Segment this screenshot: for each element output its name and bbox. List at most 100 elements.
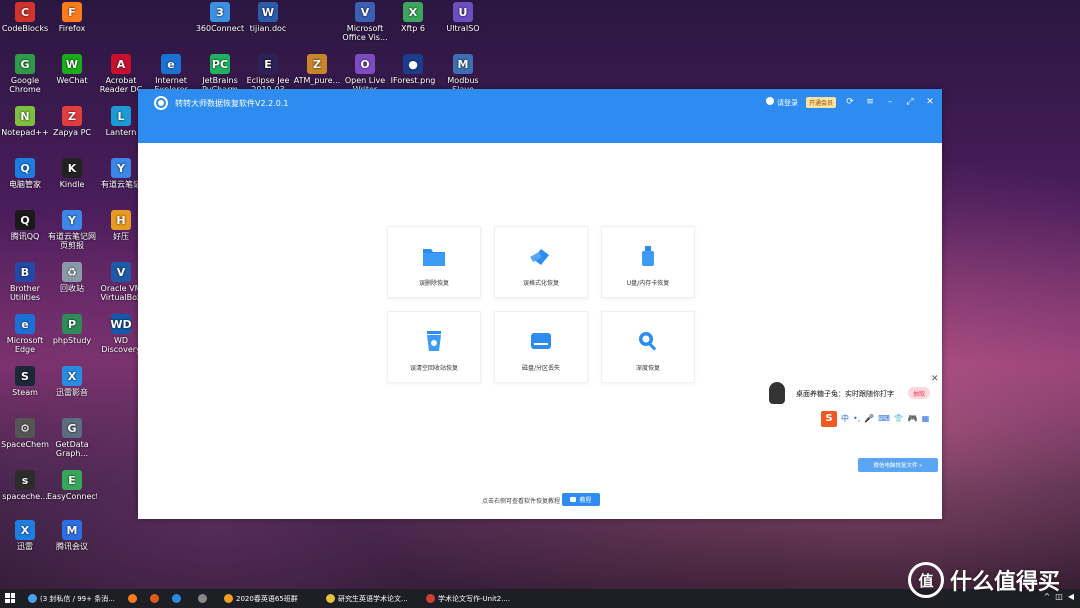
taskbar-app-icon	[198, 594, 207, 603]
app-icon: N	[15, 106, 35, 126]
desktop-icon[interactable]: OOpen Live Writer	[340, 54, 390, 94]
tile-deleted-recovery[interactable]: 误删除恢复	[387, 226, 481, 298]
desktop-icon[interactable]: M 腾讯会议	[47, 520, 97, 551]
ime-voice-icon[interactable]: 🎤	[864, 414, 874, 423]
desktop-icon[interactable]: 3 360Connect	[195, 2, 245, 33]
sogou-logo-icon[interactable]: S	[821, 410, 837, 427]
ime-skin-icon[interactable]: 👕	[894, 414, 904, 423]
app-icon: S	[15, 366, 35, 386]
desktop-icon[interactable]: Y 有道云笔记网页剪报	[47, 210, 97, 250]
app-icon: E	[258, 54, 278, 74]
ime-punct-item[interactable]: •,	[853, 414, 860, 423]
desktop-icon-label: Notepad++	[1, 128, 49, 137]
desktop-icon[interactable]: ♻ 回收站	[47, 262, 97, 293]
desktop-icon[interactable]: Z Zapya PC	[47, 106, 97, 137]
desktop-icon[interactable]: eInternet Explorer	[146, 54, 196, 94]
desktop-icon[interactable]: Z ATM_pure...	[292, 54, 342, 85]
desktop-icon[interactable]: X Xftp 6	[388, 2, 438, 33]
ime-game-icon[interactable]: 🎮	[908, 414, 918, 423]
app-icon: Y	[111, 158, 131, 178]
ime-mode-item[interactable]: 中	[841, 413, 849, 424]
desktop-icon[interactable]: U UltraISO	[438, 2, 488, 33]
desktop-icon[interactable]: N Notepad++	[0, 106, 50, 137]
desktop-icon[interactable]: G Google Chrome	[0, 54, 50, 94]
taskbar-app-icon	[128, 594, 137, 603]
ime-promo-text: 桌面养糖子兔：实时跟随你打字	[796, 390, 894, 398]
ime-promo-close-icon[interactable]: ✕	[931, 374, 939, 384]
app-icon: B	[15, 262, 35, 282]
tile-label: 误格式化恢复	[522, 280, 559, 287]
ime-toolbox-icon[interactable]: ▦	[922, 414, 930, 423]
desktop-icon-label: SpaceChem	[1, 440, 49, 449]
app-icon: e	[15, 314, 35, 334]
tile-format-recovery[interactable]: 误格式化恢复	[494, 226, 588, 298]
tile-deep-recovery[interactable]: 深度恢复	[601, 311, 695, 383]
maximize-icon[interactable]: ⤢	[904, 96, 916, 108]
app-icon: Z	[62, 106, 82, 126]
desktop-icon[interactable]: ⚙ SpaceChem	[0, 418, 50, 449]
app-icon: F	[62, 2, 82, 22]
minimize-icon[interactable]: –	[884, 96, 896, 108]
desktop-icon[interactable]: X 迅雷	[0, 520, 50, 551]
tutorial-hint: 点击右侧可查看软件恢复教程	[482, 498, 561, 505]
rabbit-avatar-icon	[769, 382, 785, 404]
app-icon: K	[62, 158, 82, 178]
windows-start-icon[interactable]	[5, 593, 15, 603]
app-icon: X	[403, 2, 423, 22]
refresh-icon[interactable]: ⟳	[844, 96, 856, 108]
desktop-icon-label: UltraISO	[446, 24, 480, 33]
desktop-icon[interactable]: E EasyConnect	[47, 470, 97, 501]
desktop-icon[interactable]: MModbus Slave	[438, 54, 488, 94]
desktop-icon[interactable]: A Acrobat Reader DC	[96, 54, 146, 94]
app-header: 转转大师数据恢复软件V2.2.0.1 请登录 开通会员 ⟳ ≡ – ⤢ ✕	[138, 89, 942, 143]
taskbar-button[interactable]: 学术论文写作-Unit2....	[426, 591, 522, 606]
desktop-icon-label: EasyConnect	[47, 492, 97, 501]
login-link[interactable]: 请登录	[765, 96, 798, 108]
vip-button[interactable]: 开通会员	[805, 96, 836, 108]
app-icon: A	[111, 54, 131, 74]
tile-recycle-recovery[interactable]: 误清空回收站恢复	[387, 311, 481, 383]
desktop-icon[interactable]: EEclipse Jee 2019-03	[243, 54, 293, 94]
taskbar-button-label: 研究生英语学术论文...	[338, 594, 408, 603]
desktop-icon[interactable]: V Microsoft Office Vis...	[340, 2, 390, 42]
desktop-icon[interactable]: s spaceche...	[0, 470, 50, 501]
tutorial-button[interactable]: 教程	[562, 493, 600, 506]
taskbar-button[interactable]	[150, 591, 168, 606]
desktop-icon[interactable]: PphpStudy	[47, 314, 97, 345]
desktop-icon-label: 电脑管家	[9, 180, 41, 189]
desktop-icon-label: Microsoft Office Vis...	[342, 24, 388, 42]
desktop-icon[interactable]: Wtijian.doc	[243, 2, 293, 33]
menu-icon[interactable]: ≡	[864, 96, 876, 108]
desktop-icon[interactable]: C CodeBlocks	[0, 2, 50, 33]
app-icon: M	[62, 520, 82, 540]
desktop-icon[interactable]: Q 电脑管家	[0, 158, 50, 189]
app-icon: X	[62, 366, 82, 386]
desktop-icon[interactable]: F Firefox	[47, 2, 97, 33]
close-icon[interactable]: ✕	[924, 96, 936, 108]
desktop-icon-label: Brother Utilities	[9, 284, 41, 302]
desktop-icon[interactable]: S Steam	[0, 366, 50, 397]
app-icon: Z	[307, 54, 327, 74]
ime-promo-button[interactable]: 抽取	[908, 387, 930, 399]
app-icon: WD	[110, 314, 132, 334]
tile-usb-recovery[interactable]: U盘/内存卡恢复	[601, 226, 695, 298]
taskbar-button[interactable]: (3 封私信 / 99+ 条消...	[28, 591, 124, 606]
desktop-icon-label: Steam	[12, 388, 38, 397]
taskbar-button[interactable]	[128, 591, 146, 606]
wechat-recovery-button[interactable]: 微信电脑恢复文件 »	[858, 458, 938, 472]
tile-partition-recovery[interactable]: 磁盘/分区丢失	[494, 311, 588, 383]
desktop-icon[interactable]: K Kindle	[47, 158, 97, 189]
taskbar-button[interactable]	[198, 591, 220, 606]
app-icon: 3	[210, 2, 230, 22]
desktop-icon[interactable]: e Microsoft Edge	[0, 314, 50, 354]
desktop-icon[interactable]: W WeChat	[47, 54, 97, 85]
taskbar-button[interactable]: 2020春英语65班群	[224, 591, 320, 606]
ime-keyboard-icon[interactable]: ⌨	[878, 414, 890, 423]
desktop-icon[interactable]: B Brother Utilities	[0, 262, 50, 302]
desktop-icon[interactable]: ● IForest.png	[388, 54, 438, 85]
taskbar-button[interactable]	[172, 591, 194, 606]
desktop-icon[interactable]: G GetData Graph...	[47, 418, 97, 458]
desktop-icon[interactable]: Q 腾讯QQ	[0, 210, 50, 241]
taskbar-button[interactable]: 研究生英语学术论文...	[326, 591, 422, 606]
desktop-icon[interactable]: X 迅雷影音	[47, 366, 97, 397]
